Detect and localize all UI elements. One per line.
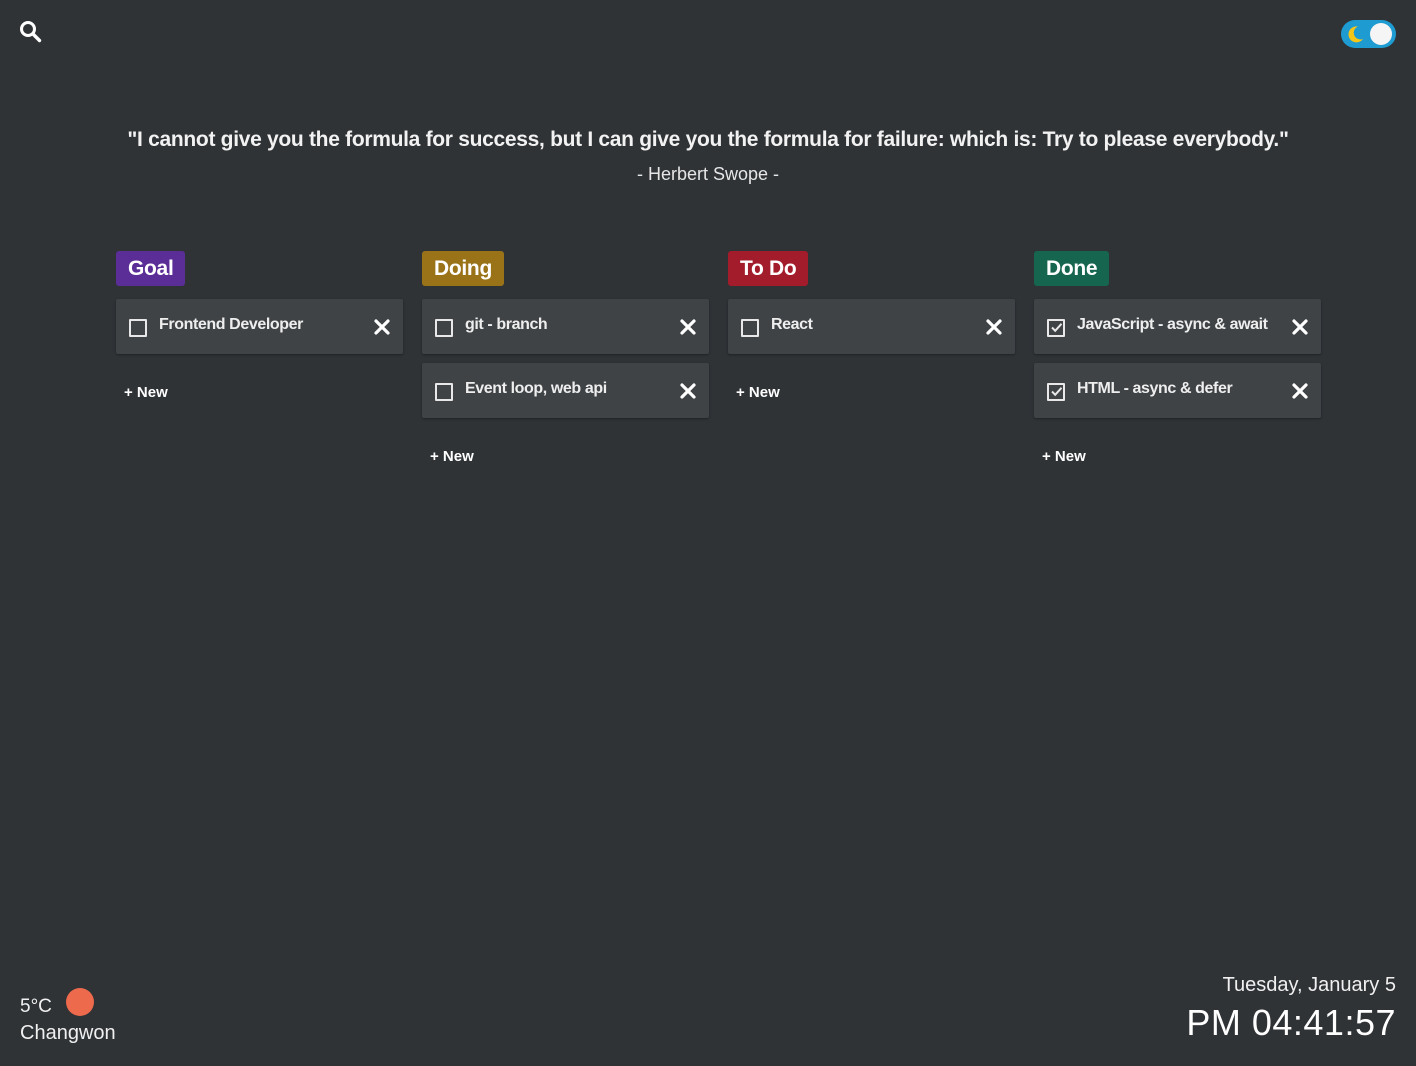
column-title: Doing	[422, 251, 504, 286]
task-label: JavaScript - async & await	[1077, 316, 1268, 333]
sun-icon	[66, 988, 94, 1016]
task-card[interactable]: Event loop, web api	[422, 363, 709, 418]
temperature: 5°C	[20, 996, 52, 1017]
task-card[interactable]: JavaScript - async & await	[1034, 299, 1321, 354]
close-icon[interactable]	[373, 318, 391, 336]
checkbox-checked-icon[interactable]	[1047, 383, 1065, 401]
add-card-button[interactable]: + New	[430, 448, 474, 465]
current-time: PM 04:41:57	[1186, 1002, 1396, 1043]
column-title: Goal	[116, 251, 186, 286]
city-name: Changwon	[20, 1022, 116, 1044]
quote-text: "I cannot give you the formula for succe…	[127, 128, 1289, 151]
card-list: JavaScript - async & await HTML - async &…	[1034, 299, 1321, 427]
toggle-knob	[1370, 23, 1392, 45]
card-list: React	[728, 299, 1015, 363]
search-icon[interactable]	[18, 19, 42, 43]
task-label: git - branch	[465, 316, 548, 333]
theme-toggle[interactable]	[1341, 20, 1396, 48]
checkbox-icon[interactable]	[741, 319, 759, 337]
column-goal: Goal Frontend Developer + New	[116, 251, 403, 401]
task-card[interactable]: git - branch	[422, 299, 709, 354]
task-label: Event loop, web api	[465, 380, 607, 397]
column-done: Done JavaScript - async & await HTML - asy…	[1034, 251, 1321, 465]
task-label: HTML - async & defer	[1077, 380, 1233, 397]
column-title: Done	[1034, 251, 1110, 286]
task-card[interactable]: React	[728, 299, 1015, 354]
checkbox-checked-icon[interactable]	[1047, 319, 1065, 337]
add-card-button[interactable]: + New	[1042, 448, 1086, 465]
card-list: git - branch Event loop, web api	[422, 299, 709, 427]
add-card-button[interactable]: + New	[124, 384, 168, 401]
column-title: To Do	[728, 251, 809, 286]
page: "I cannot give you the formula for succe…	[0, 0, 1416, 1066]
add-card-button[interactable]: + New	[736, 384, 780, 401]
checkbox-icon[interactable]	[435, 319, 453, 337]
close-icon[interactable]	[985, 318, 1003, 336]
checkbox-icon[interactable]	[129, 319, 147, 337]
close-icon[interactable]	[1291, 318, 1309, 336]
task-label: Frontend Developer	[159, 316, 303, 333]
close-icon[interactable]	[679, 382, 697, 400]
current-date: Tuesday, January 5	[1222, 974, 1396, 996]
checkbox-icon[interactable]	[435, 383, 453, 401]
close-icon[interactable]	[679, 318, 697, 336]
task-label: React	[771, 316, 813, 333]
moon-icon	[1345, 24, 1365, 44]
column-to-do: To Do React + New	[728, 251, 1015, 401]
task-card[interactable]: Frontend Developer	[116, 299, 403, 354]
quote-author: - Herbert Swope -	[636, 164, 780, 184]
close-icon[interactable]	[1291, 382, 1309, 400]
column-doing: Doing git - branch Event loop, web api + Ne…	[422, 251, 709, 465]
card-list: Frontend Developer	[116, 299, 403, 363]
task-card[interactable]: HTML - async & defer	[1034, 363, 1321, 418]
